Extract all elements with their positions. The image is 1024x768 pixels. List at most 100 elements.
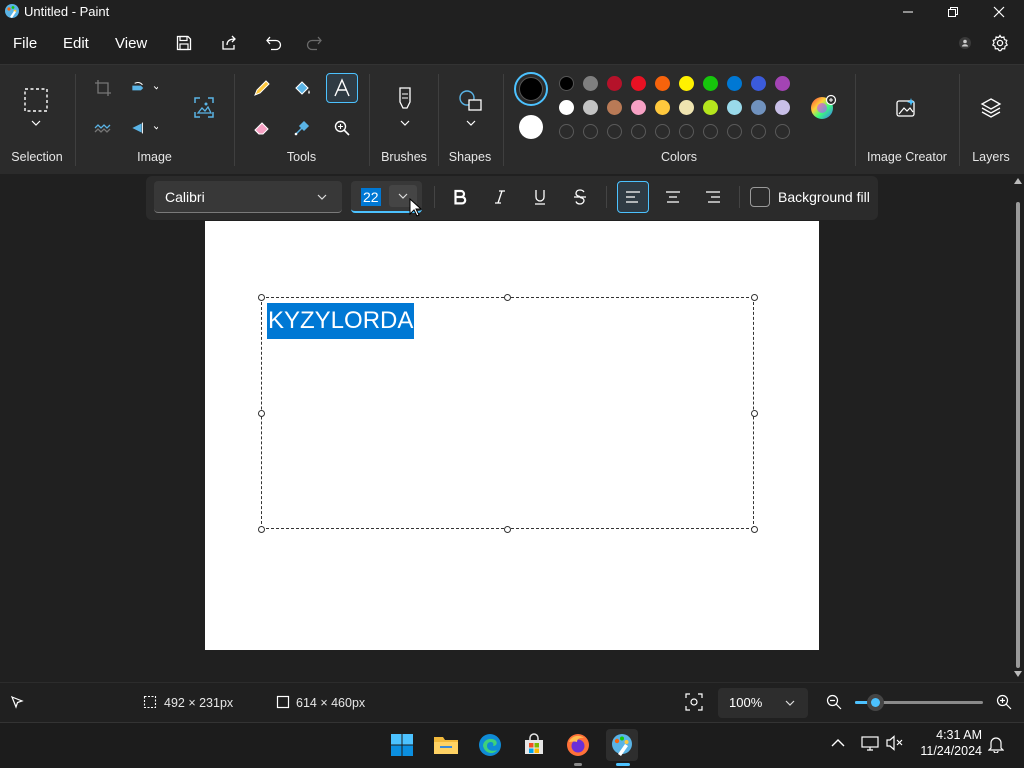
vertical-scrollbar[interactable] xyxy=(1012,174,1024,682)
palette-custom-slot[interactable] xyxy=(583,124,598,139)
image-creator-button[interactable] xyxy=(892,94,920,122)
palette-custom-slot[interactable] xyxy=(751,124,766,139)
palette-custom-slot[interactable] xyxy=(655,124,670,139)
palette-custom-slot[interactable] xyxy=(679,124,694,139)
share-button[interactable] xyxy=(217,31,241,55)
undo-button[interactable] xyxy=(262,31,286,55)
paint-taskbar-button[interactable] xyxy=(606,729,638,761)
brushes-button[interactable] xyxy=(392,86,418,132)
clock-time[interactable]: 4:31 AM xyxy=(936,728,982,742)
palette-custom-slot[interactable] xyxy=(775,124,790,139)
palette-custom-slot[interactable] xyxy=(727,124,742,139)
menu-view[interactable]: View xyxy=(115,35,147,52)
palette-color-swatch[interactable] xyxy=(775,76,790,91)
palette-custom-slot[interactable] xyxy=(703,124,718,139)
palette-color-swatch[interactable] xyxy=(775,100,790,115)
network-button[interactable] xyxy=(861,735,879,751)
fit-to-window-button[interactable] xyxy=(685,693,703,711)
resize-handle-top[interactable] xyxy=(504,294,511,301)
bold-button[interactable] xyxy=(445,183,475,211)
text-tool-button[interactable] xyxy=(326,73,358,103)
palette-color-swatch[interactable] xyxy=(631,76,646,91)
underline-button[interactable] xyxy=(525,183,555,211)
notifications-button[interactable] xyxy=(988,735,1004,753)
palette-custom-slot[interactable] xyxy=(607,124,622,139)
secondary-color-button[interactable] xyxy=(519,115,543,139)
resize-button[interactable] xyxy=(89,114,117,142)
zoom-select[interactable]: 100% xyxy=(718,688,808,718)
fill-tool-button[interactable] xyxy=(288,74,316,102)
menu-edit[interactable]: Edit xyxy=(63,35,89,52)
palette-color-swatch[interactable] xyxy=(607,100,622,115)
canvas-text-selected[interactable]: KYZYLORDA xyxy=(267,303,415,339)
zoom-slider-thumb[interactable] xyxy=(867,694,884,711)
palette-color-swatch[interactable] xyxy=(751,100,766,115)
palette-color-swatch[interactable] xyxy=(559,100,574,115)
menu-file[interactable]: File xyxy=(13,35,37,52)
palette-custom-slot[interactable] xyxy=(559,124,574,139)
italic-button[interactable] xyxy=(485,183,515,211)
font-family-select[interactable]: Calibri xyxy=(154,181,342,213)
resize-handle-right[interactable] xyxy=(751,410,758,417)
strikethrough-button[interactable] xyxy=(565,183,595,211)
selection-tool-button[interactable] xyxy=(22,86,52,132)
palette-custom-slot[interactable] xyxy=(631,124,646,139)
palette-color-swatch[interactable] xyxy=(703,76,718,91)
palette-color-swatch[interactable] xyxy=(607,76,622,91)
zoom-in-button[interactable] xyxy=(996,694,1012,710)
show-hidden-icons-button[interactable] xyxy=(831,738,845,748)
pencil-tool-button[interactable] xyxy=(248,74,276,102)
edge-taskbar-button[interactable] xyxy=(474,729,506,761)
background-fill-checkbox[interactable] xyxy=(750,187,770,207)
account-button[interactable] xyxy=(953,31,977,55)
palette-color-swatch[interactable] xyxy=(559,76,574,91)
resize-handle-bottom-right[interactable] xyxy=(751,526,758,533)
rotate-button[interactable] xyxy=(130,74,158,102)
volume-button[interactable] xyxy=(886,735,904,751)
settings-button[interactable] xyxy=(988,31,1012,55)
palette-color-swatch[interactable] xyxy=(655,100,670,115)
resize-handle-bottom[interactable] xyxy=(504,526,511,533)
align-right-button[interactable] xyxy=(698,183,728,211)
resize-handle-bottom-left[interactable] xyxy=(258,526,265,533)
store-taskbar-button[interactable] xyxy=(518,729,550,761)
firefox-taskbar-button[interactable] xyxy=(562,729,594,761)
background-fill-label[interactable]: Background fill xyxy=(778,189,870,205)
file-explorer-taskbar-button[interactable] xyxy=(430,729,462,761)
palette-color-swatch[interactable] xyxy=(583,100,598,115)
font-size-value[interactable]: 22 xyxy=(361,188,381,206)
eraser-tool-button[interactable] xyxy=(248,114,276,142)
start-button[interactable] xyxy=(386,729,418,761)
color-picker-button[interactable] xyxy=(288,114,316,142)
clock-date[interactable]: 11/24/2024 xyxy=(918,744,982,758)
edit-colors-button[interactable] xyxy=(808,94,838,122)
palette-color-swatch[interactable] xyxy=(679,100,694,115)
primary-color-button[interactable] xyxy=(514,72,548,106)
magnifier-button[interactable] xyxy=(328,114,356,142)
image-edit-button[interactable] xyxy=(190,94,218,122)
palette-color-swatch[interactable] xyxy=(727,100,742,115)
layers-button[interactable] xyxy=(977,94,1005,122)
crop-button[interactable] xyxy=(89,74,117,102)
resize-handle-top-right[interactable] xyxy=(751,294,758,301)
palette-color-swatch[interactable] xyxy=(751,76,766,91)
palette-color-swatch[interactable] xyxy=(727,76,742,91)
flip-button[interactable] xyxy=(130,114,158,142)
palette-color-swatch[interactable] xyxy=(655,76,670,91)
palette-color-swatch[interactable] xyxy=(583,76,598,91)
align-left-button[interactable] xyxy=(617,181,649,213)
redo-button[interactable] xyxy=(302,31,326,55)
resize-handle-left[interactable] xyxy=(258,410,265,417)
restore-button[interactable] xyxy=(930,0,976,24)
resize-handle-top-left[interactable] xyxy=(258,294,265,301)
palette-color-swatch[interactable] xyxy=(631,100,646,115)
minimize-button[interactable] xyxy=(885,0,931,24)
palette-color-swatch[interactable] xyxy=(679,76,694,91)
zoom-out-button[interactable] xyxy=(826,694,842,710)
align-center-button[interactable] xyxy=(658,183,688,211)
scrollbar-thumb[interactable] xyxy=(1016,202,1020,668)
shapes-button[interactable] xyxy=(456,88,486,132)
close-button[interactable] xyxy=(976,0,1022,24)
save-button[interactable] xyxy=(172,31,196,55)
palette-color-swatch[interactable] xyxy=(703,100,718,115)
